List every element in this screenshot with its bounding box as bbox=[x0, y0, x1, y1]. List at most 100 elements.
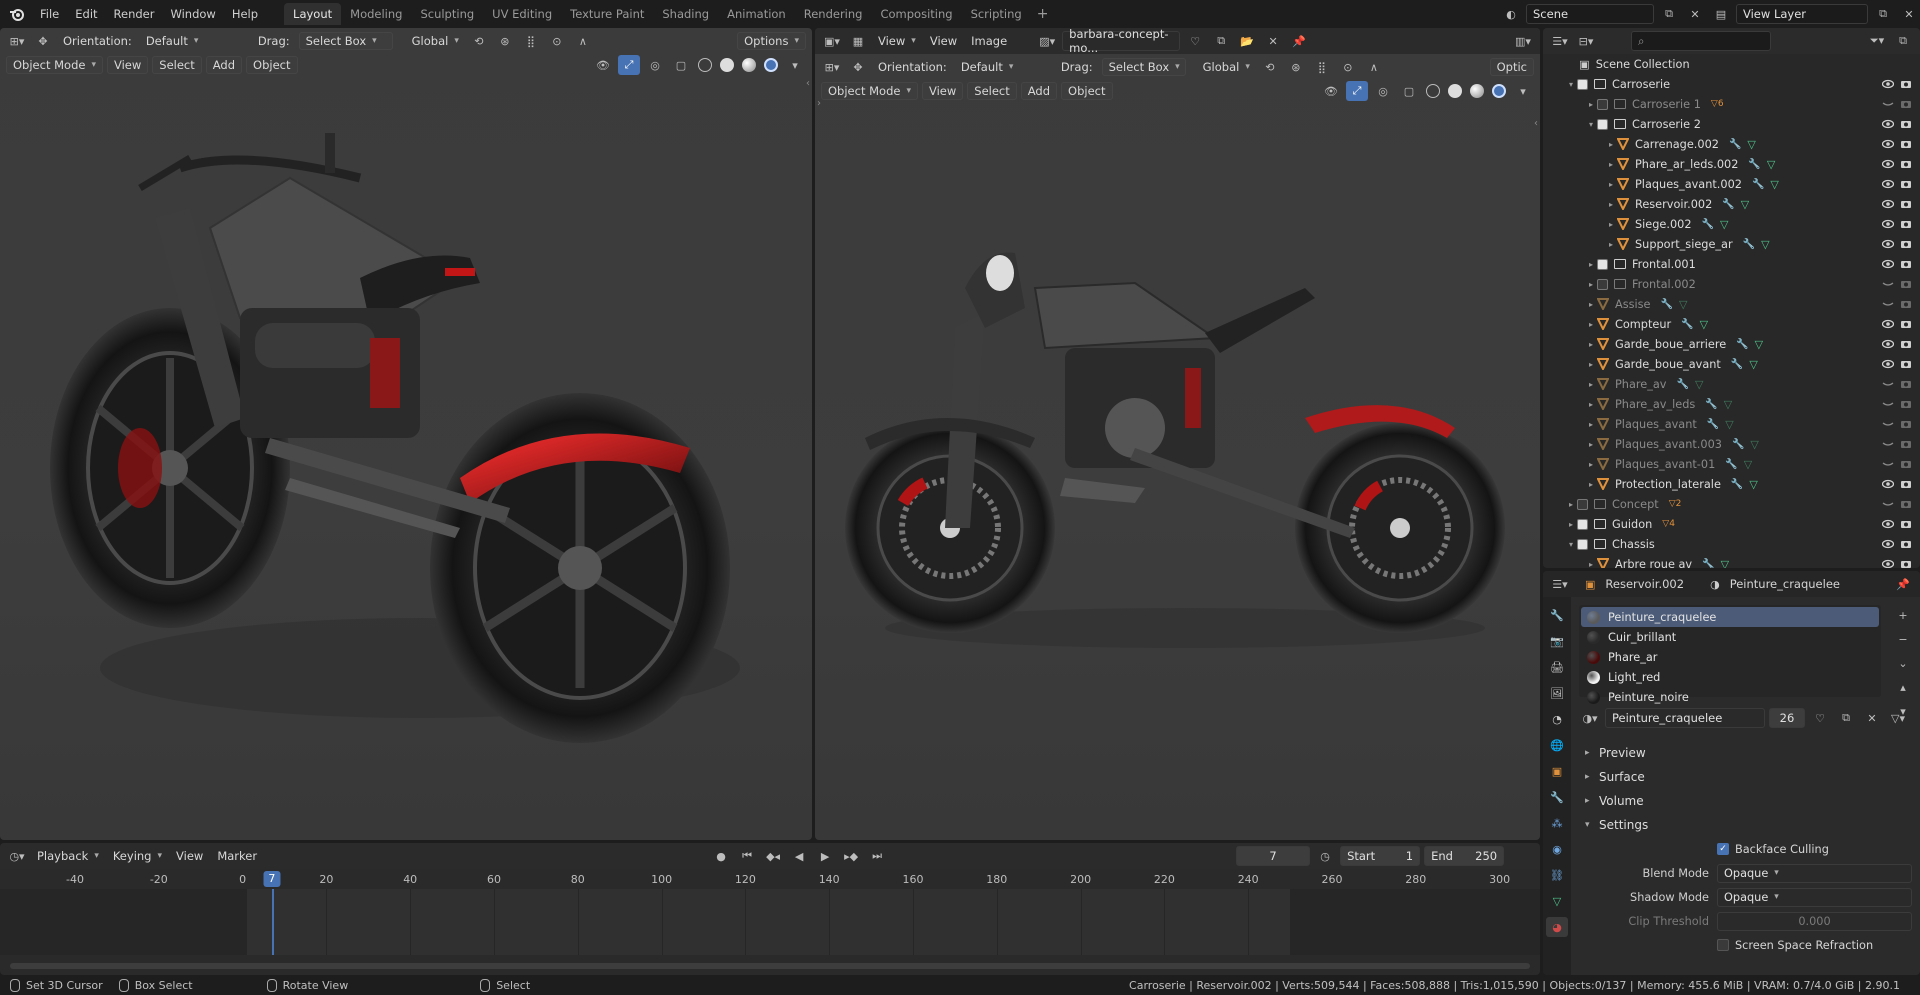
section-surface[interactable]: ▸ Surface bbox=[1571, 765, 1920, 789]
eye-open-icon[interactable] bbox=[1881, 558, 1895, 568]
mesh-data-icon[interactable]: ▽ bbox=[1749, 478, 1757, 491]
falloff-icon[interactable]: ∧ bbox=[572, 31, 594, 51]
render-camera-icon[interactable] bbox=[1900, 558, 1912, 568]
expand-closed-icon[interactable]: ▸ bbox=[1585, 320, 1597, 329]
outliner-row[interactable]: ▸ Assise 🔧 ▽ bbox=[1543, 294, 1920, 314]
outliner-row[interactable]: ▸ Siege.002 🔧 ▽ bbox=[1543, 214, 1920, 234]
modifier-wrench-icon[interactable]: 🔧 bbox=[1748, 159, 1760, 170]
menu-playback[interactable]: Playback bbox=[32, 847, 104, 865]
timeline-scrollbar[interactable] bbox=[10, 963, 1530, 969]
outliner-row[interactable]: ▾ Chassis bbox=[1543, 534, 1920, 554]
expand-closed-icon[interactable]: ▸ bbox=[1585, 300, 1597, 309]
scene-field[interactable]: Scene bbox=[1526, 4, 1654, 24]
proportional-edit-icon-2[interactable]: ⊙ bbox=[1337, 57, 1359, 77]
eye-closed-icon[interactable] bbox=[1882, 438, 1894, 450]
outliner-row[interactable]: ▸ Phare_av 🔧 ▽ bbox=[1543, 374, 1920, 394]
current-frame-field[interactable]: 7 bbox=[1236, 846, 1311, 866]
material-slot[interactable]: Cuir_brillant bbox=[1581, 627, 1879, 647]
expand-closed-icon[interactable]: ▸ bbox=[1585, 280, 1597, 289]
render-tab-icon[interactable]: 📷 bbox=[1546, 631, 1568, 651]
constraints-tab-icon[interactable]: ⛓ bbox=[1546, 865, 1568, 885]
outliner-row[interactable]: ▸ Plaques_avant.002 🔧 ▽ bbox=[1543, 174, 1920, 194]
timeline-body[interactable] bbox=[0, 889, 1540, 955]
duplicate-image-icon[interactable]: ⧉ bbox=[1210, 31, 1232, 51]
outliner-row[interactable]: ▸ Guidon ▽4 bbox=[1543, 514, 1920, 534]
outliner-editor-icon[interactable]: ☰▾ bbox=[1549, 31, 1571, 51]
section-preview[interactable]: ▸ Preview bbox=[1571, 741, 1920, 765]
render-camera-icon[interactable] bbox=[1900, 318, 1912, 330]
preview-range-icon[interactable]: ◷ bbox=[1314, 846, 1336, 866]
browse-material-icon[interactable]: ◑▾ bbox=[1579, 708, 1601, 728]
tab-texture-paint[interactable]: Texture Paint bbox=[561, 3, 653, 25]
eye-closed-icon[interactable] bbox=[1882, 458, 1894, 470]
outliner-row[interactable]: ▸ Phare_ar_leds.002 🔧 ▽ bbox=[1543, 154, 1920, 174]
blend-mode-dropdown[interactable]: Opaque bbox=[1717, 863, 1912, 883]
outliner-row[interactable]: ▸ Reservoir.002 🔧 ▽ bbox=[1543, 194, 1920, 214]
scene-icon[interactable]: ◐ bbox=[1500, 4, 1522, 24]
viewport-left-expand-arrow[interactable]: ‹ bbox=[806, 78, 810, 89]
render-camera-icon[interactable] bbox=[1900, 378, 1912, 390]
wireframe-shading-icon-2[interactable] bbox=[1426, 84, 1440, 98]
view-layer-icon[interactable]: ▤ bbox=[1710, 4, 1732, 24]
menu-edit[interactable]: Edit bbox=[67, 3, 105, 25]
menu-file[interactable]: File bbox=[32, 3, 67, 25]
modifier-tab-icon[interactable]: 🔧 bbox=[1546, 787, 1568, 807]
expand-closed-icon[interactable]: ▸ bbox=[1585, 420, 1597, 429]
new-view-layer-icon[interactable]: ⧉ bbox=[1872, 4, 1894, 24]
snap-icon[interactable]: ⊛ bbox=[494, 31, 516, 51]
eye-open-icon[interactable] bbox=[1881, 358, 1895, 370]
exclude-checkbox[interactable] bbox=[1577, 538, 1588, 550]
gizmo-icon-2[interactable]: ⤢ bbox=[1346, 81, 1368, 101]
eye-open-icon[interactable] bbox=[1881, 158, 1895, 170]
move-slot-up-icon[interactable]: ▴ bbox=[1892, 677, 1914, 697]
expand-closed-icon[interactable]: ▸ bbox=[1585, 340, 1597, 349]
render-camera-icon[interactable] bbox=[1900, 118, 1912, 130]
eye-closed-icon[interactable] bbox=[1882, 278, 1894, 290]
expand-closed-icon[interactable]: ▸ bbox=[1605, 180, 1617, 189]
section-settings[interactable]: ▾ Settings bbox=[1571, 813, 1920, 837]
modifier-wrench-icon[interactable]: 🔧 bbox=[1736, 339, 1748, 350]
tab-compositing[interactable]: Compositing bbox=[871, 3, 961, 25]
expand-closed-icon[interactable]: ▸ bbox=[1585, 260, 1597, 269]
material-shading-icon[interactable] bbox=[742, 58, 756, 72]
world-tab-icon[interactable]: 🌐 bbox=[1546, 735, 1568, 755]
mesh-data-icon[interactable]: ▽ bbox=[1700, 318, 1708, 331]
menu-image[interactable]: Image bbox=[966, 32, 1012, 50]
mesh-data-icon[interactable]: ▽ bbox=[1720, 218, 1728, 231]
exclude-checkbox[interactable] bbox=[1577, 498, 1588, 510]
menu-render[interactable]: Render bbox=[106, 3, 163, 25]
modifier-wrench-icon[interactable]: 🔧 bbox=[1705, 399, 1717, 410]
render-camera-icon[interactable] bbox=[1900, 278, 1912, 290]
modifier-wrench-icon[interactable]: 🔧 bbox=[1702, 219, 1714, 230]
expand-closed-icon[interactable]: ▸ bbox=[1605, 200, 1617, 209]
expand-closed-icon[interactable]: ▸ bbox=[1605, 160, 1617, 169]
record-icon[interactable]: ● bbox=[710, 846, 732, 866]
mesh-data-icon[interactable]: ▽ bbox=[1750, 438, 1758, 451]
transform-orientation-dropdown-2[interactable]: Global bbox=[1198, 58, 1255, 76]
render-camera-icon[interactable] bbox=[1900, 518, 1912, 530]
material-name-field[interactable]: Peinture_craquelee bbox=[1605, 708, 1765, 728]
menu-view-2[interactable]: View bbox=[921, 82, 964, 100]
duplicate-material-icon[interactable]: ⧉ bbox=[1835, 708, 1857, 728]
render-camera-icon[interactable] bbox=[1900, 498, 1912, 510]
menu-keying[interactable]: Keying bbox=[108, 847, 167, 865]
eye-open-icon[interactable] bbox=[1881, 338, 1895, 350]
render-camera-icon[interactable] bbox=[1900, 338, 1912, 350]
link-type-icon[interactable]: ▽▾ bbox=[1887, 708, 1909, 728]
menu-view[interactable]: View bbox=[106, 56, 149, 74]
expand-open-icon[interactable]: ▾ bbox=[1565, 540, 1577, 549]
expand-closed-icon[interactable]: ▸ bbox=[1585, 360, 1597, 369]
play-reverse-icon[interactable]: ◀ bbox=[788, 846, 810, 866]
expand-open-icon[interactable]: ▾ bbox=[1565, 80, 1577, 89]
shadow-mode-dropdown[interactable]: Opaque bbox=[1717, 887, 1912, 907]
outliner-row[interactable]: ▸ Plaques_avant-01 🔧 ▽ bbox=[1543, 454, 1920, 474]
exclude-checkbox[interactable] bbox=[1597, 98, 1608, 110]
render-camera-icon[interactable] bbox=[1900, 298, 1912, 310]
modifier-wrench-icon[interactable]: 🔧 bbox=[1743, 239, 1755, 250]
section-volume[interactable]: ▸ Volume bbox=[1571, 789, 1920, 813]
render-camera-icon[interactable] bbox=[1900, 478, 1912, 490]
outliner-row[interactable]: ▸ Garde_boue_arriere 🔧 ▽ bbox=[1543, 334, 1920, 354]
menu-view[interactable]: View bbox=[925, 32, 962, 50]
menu-window[interactable]: Window bbox=[162, 3, 223, 25]
modifier-wrench-icon[interactable]: 🔧 bbox=[1752, 179, 1764, 190]
